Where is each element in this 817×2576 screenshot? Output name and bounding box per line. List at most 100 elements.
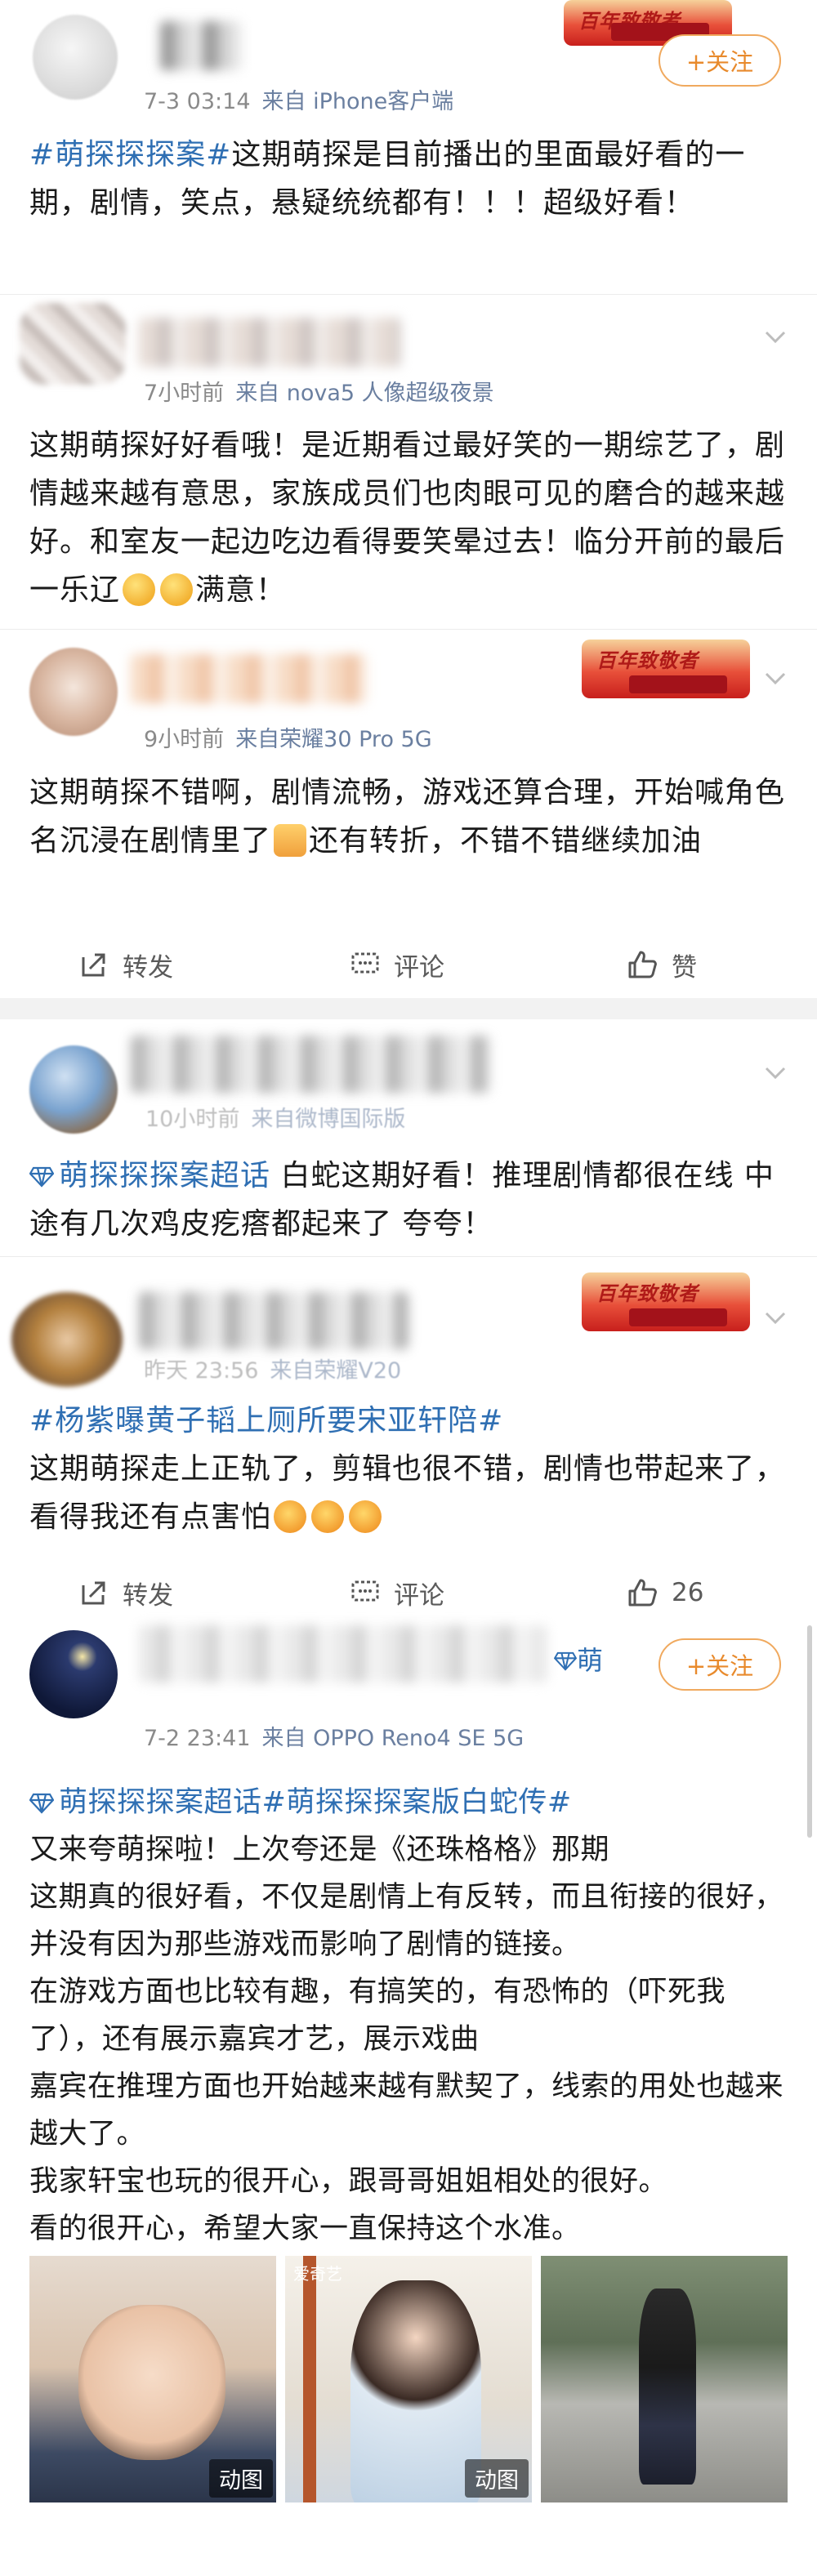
username-blurred[interactable] xyxy=(160,21,242,70)
post-meta: 10小时前 来自微博国际版 xyxy=(145,1101,405,1133)
post-time: 昨天 23:56 xyxy=(144,1358,259,1384)
diamond-icon xyxy=(29,1793,55,1814)
username-blurred[interactable] xyxy=(131,1036,490,1093)
comment-icon xyxy=(351,1580,379,1602)
comment-source: 来自荣耀30 Pro 5G xyxy=(235,727,432,752)
avatar[interactable] xyxy=(11,1292,123,1387)
repost-button[interactable]: 转发 xyxy=(78,1568,173,1617)
post-source: 来自微博国际版 xyxy=(251,1107,406,1132)
photo-figure xyxy=(350,2280,481,2502)
comment-text: 这期萌探好好看哦！是近期看过最好笑的一期综艺了，剧情越来越有意思，家族成员们也肉… xyxy=(29,421,789,614)
post-source: 来自 iPhone客户端 xyxy=(261,89,454,114)
avatar[interactable] xyxy=(33,15,118,100)
repost-icon xyxy=(82,953,105,977)
post-line: 这期真的很好看，不仅是剧情上有反转，而且衔接的很好，并没有因为那些游戏而影响了剧… xyxy=(29,1881,784,1961)
comment-1: 7小时前 来自 nova5 人像超级夜景 这期萌探好好看哦！是近期看过最好笑的一期… xyxy=(0,295,817,622)
photo-face xyxy=(78,2305,225,2460)
post-meta: 7-3 03:14 来自 iPhone客户端 xyxy=(144,83,453,115)
comment-label: 评论 xyxy=(394,952,444,983)
comment-2: 百年致敬者 9小时前 来自荣耀30 Pro 5G 这期萌探不错啊，剧情流畅，游戏还… xyxy=(0,630,817,940)
avatar[interactable] xyxy=(20,303,126,385)
post-text: 萌探探探案超话 白蛇这期好看！推理剧情都很在线 中途有几次鸡皮疙瘩都起来了 夸夸… xyxy=(29,1152,789,1248)
thumbs-up-icon xyxy=(628,951,657,978)
repost-button[interactable]: 转发 xyxy=(78,936,173,993)
cry-laugh-emoji xyxy=(160,573,194,606)
gif-label: 动图 xyxy=(209,2459,273,2498)
scream-emoji xyxy=(311,1500,345,1533)
post-line: 我家轩宝也玩的很开心，跟哥哥姐姐相处的很好。 xyxy=(29,2165,668,2198)
chevron-down-icon[interactable] xyxy=(763,666,788,690)
comment-time: 9小时前 xyxy=(144,727,225,752)
gif-label: 动图 xyxy=(465,2459,529,2498)
username-suffix-text: 萌 xyxy=(577,1645,604,1676)
centennial-badge: 百年致敬者 xyxy=(582,640,750,698)
photo-thumbnail[interactable] xyxy=(541,2256,788,2502)
action-bar: 转发 评论 赞 xyxy=(0,936,817,993)
post-time: 10小时前 xyxy=(145,1107,240,1132)
follow-button[interactable]: +关注 xyxy=(659,34,781,87)
badge-label: 百年致敬者 xyxy=(596,649,699,672)
post-text: #杨紫曝黄子韬上厕所要宋亚轩陪# 这期萌探走上正轨了，剪辑也很不错，剧情也带起来… xyxy=(29,1397,789,1541)
diamond-icon xyxy=(29,1166,55,1188)
post-line: 看的很开心，希望大家一直保持这个水准。 xyxy=(29,2213,581,2245)
comment-icon xyxy=(351,952,379,974)
avatar[interactable] xyxy=(29,1630,118,1718)
like-button[interactable]: 26 xyxy=(626,1568,703,1617)
gif-thumbnail[interactable]: 动图 xyxy=(29,2256,276,2502)
chevron-down-icon[interactable] xyxy=(763,324,788,349)
watermark: 爱奇艺 xyxy=(293,2264,342,2284)
post-source: 来自荣耀V20 xyxy=(270,1358,402,1384)
comment-text: 这期萌探不错啊，剧情流畅，游戏还算合理，开始喊角色名沉浸在剧情里了 还有转折，不错… xyxy=(29,769,789,865)
comment-time: 7小时前 xyxy=(144,381,225,406)
username-blurred[interactable] xyxy=(139,1292,408,1349)
post-line: 嘉宾在推理方面也开始越来越有默契了，线索的用处也越来越大了。 xyxy=(29,2070,784,2150)
comment-button[interactable]: 评论 xyxy=(350,1568,444,1617)
chevron-down-icon[interactable] xyxy=(763,1305,788,1330)
avatar[interactable] xyxy=(29,1045,118,1134)
chevron-down-icon[interactable] xyxy=(763,1060,788,1085)
post-line: 在游戏方面也比较有趣，有搞笑的，有恐怖的（吓死我了），还有展示嘉宾才艺，展示戏曲 xyxy=(29,1976,726,2056)
username-blurred[interactable] xyxy=(139,1625,547,1682)
follow-button[interactable]: +关注 xyxy=(659,1638,781,1691)
comment-button[interactable]: 评论 xyxy=(350,936,444,993)
comment-source: 来自 nova5 人像超级夜景 xyxy=(235,381,494,406)
post-2: 10小时前 来自微博国际版 萌探探探案超话 白蛇这期好看！推理剧情都很在线 中途有… xyxy=(0,1019,817,1256)
thumbs-up-emoji xyxy=(274,824,307,857)
post-1: 7-3 03:14 来自 iPhone客户端 百年致敬者 +关注 #萌探探探案#这… xyxy=(0,0,817,294)
topic-tag[interactable]: #萌探探探案# xyxy=(29,138,231,172)
comment-meta: 7小时前 来自 nova5 人像超级夜景 xyxy=(144,375,494,407)
super-topic-label: 萌探探探案超话 xyxy=(59,1159,271,1192)
like-label: 赞 xyxy=(672,952,697,983)
post-body: 这期萌探走上正轨了，剪辑也很不错，剧情也带起来了，看得我还有点害怕 xyxy=(29,1452,786,1534)
post-text: 萌探探探案超话#萌探探探案版白蛇传# 又来夸萌探啦！上次夸还是《还珠格格》那期 … xyxy=(29,1779,797,2253)
cry-laugh-emoji xyxy=(123,573,156,606)
avatar[interactable] xyxy=(29,648,118,736)
gif-thumbnail[interactable]: 爱奇艺 动图 xyxy=(285,2256,532,2502)
topic-tag[interactable]: #杨紫曝黄子韬上厕所要宋亚轩陪# xyxy=(29,1404,503,1437)
post-text: #萌探探探案#这期萌探是目前播出的里面最好看的一期，剧情，笑点，悬疑统统都有！！… xyxy=(29,131,789,227)
centennial-badge: 百年致敬者 xyxy=(582,1272,750,1331)
post-line: 又来夸萌探啦！上次夸还是《还珠格格》那期 xyxy=(29,1834,610,1866)
super-topic-label: 萌探探探案超话#萌探探探案版白蛇传# xyxy=(59,1786,572,1819)
thumbs-up-icon xyxy=(628,1579,657,1607)
photo-pole xyxy=(303,2256,316,2502)
post-meta: 昨天 23:56 来自荣耀V20 xyxy=(144,1353,401,1384)
repost-label: 转发 xyxy=(123,1580,173,1611)
scream-emoji xyxy=(349,1500,382,1533)
action-bar: 转发 评论 26 xyxy=(0,1568,817,1617)
post-3: 百年致敬者 昨天 23:56 来自荣耀V20 #杨紫曝黄子韬上厕所要宋亚轩陪# 这… xyxy=(0,1258,817,1568)
username-blurred[interactable] xyxy=(131,654,368,703)
username-blurred[interactable] xyxy=(139,318,400,367)
scream-emoji xyxy=(274,1500,307,1533)
super-topic-link[interactable]: 萌探探探案超话 xyxy=(29,1159,270,1192)
post-time: 7-3 03:14 xyxy=(144,89,251,114)
post-source: 来自 OPPO Reno4 SE 5G xyxy=(261,1726,525,1751)
username-suffix[interactable]: 萌 xyxy=(553,1640,604,1678)
super-topic-link[interactable]: 萌探探探案超话#萌探探探案版白蛇传# xyxy=(29,1786,572,1819)
like-button[interactable]: 赞 xyxy=(626,936,697,993)
section-separator xyxy=(0,998,817,1019)
photo-person xyxy=(639,2289,696,2485)
badge-label: 百年致敬者 xyxy=(596,1282,699,1305)
comment-body-cont: 还有转折，不错不错继续加油 xyxy=(309,824,703,858)
post-meta: 7-2 23:41 来自 OPPO Reno4 SE 5G xyxy=(144,1720,524,1752)
